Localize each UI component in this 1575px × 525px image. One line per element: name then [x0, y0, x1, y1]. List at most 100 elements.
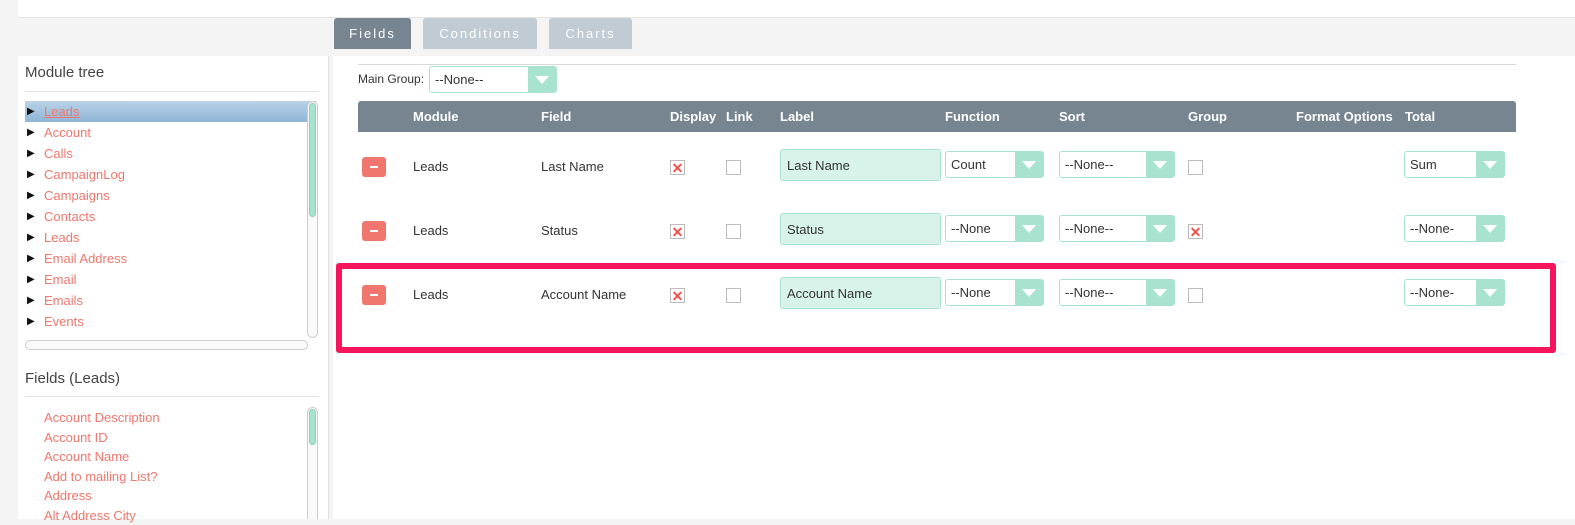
header-total: Total [1405, 101, 1435, 132]
select-value: --None-- [1065, 221, 1113, 236]
cell-field: Last Name [541, 159, 604, 174]
tree-item-email[interactable]: ▶Email [25, 269, 316, 290]
select-value: --None- [1410, 221, 1454, 236]
chevron-down-icon[interactable] [1476, 152, 1504, 177]
divider [25, 396, 319, 397]
module-tree-hscrollbar[interactable] [25, 340, 308, 350]
display-checkbox[interactable]: ✕ [670, 160, 685, 175]
tree-item-label: Emails [44, 293, 83, 308]
header-link: Link [726, 101, 753, 132]
display-checkbox[interactable]: ✕ [670, 224, 685, 239]
display-checkbox[interactable]: ✕ [670, 288, 685, 303]
expand-arrow-icon[interactable]: ▶ [25, 274, 44, 285]
cell-module: Leads [413, 223, 448, 238]
tree-item-leads[interactable]: ▶Leads [25, 101, 316, 122]
remove-row-button[interactable] [362, 221, 386, 241]
top-strip [18, 0, 1575, 18]
module-tree-scrollbar[interactable] [307, 101, 318, 338]
function-select[interactable]: --None [945, 215, 1044, 242]
tree-item-campaigns[interactable]: ▶Campaigns [25, 185, 316, 206]
tab-conditions[interactable]: Conditions [423, 18, 537, 49]
label-input[interactable] [780, 213, 941, 245]
header-group: Group [1188, 101, 1227, 132]
link-checkbox[interactable] [726, 288, 741, 303]
tree-item-account[interactable]: ▶Account [25, 122, 316, 143]
link-checkbox[interactable] [726, 160, 741, 175]
group-checkbox[interactable] [1188, 160, 1203, 175]
chevron-down-icon[interactable] [1146, 216, 1174, 241]
tree-item-calls[interactable]: ▶Calls [25, 143, 316, 164]
minus-icon [370, 294, 378, 296]
total-select[interactable]: Sum [1404, 151, 1505, 178]
remove-row-button[interactable] [362, 157, 386, 177]
tree-item-contacts[interactable]: ▶Contacts [25, 206, 316, 227]
total-select[interactable]: --None- [1404, 279, 1505, 306]
divider [25, 91, 319, 92]
main-group-select[interactable]: --None-- [429, 66, 557, 93]
field-item[interactable]: Alt Address City [25, 506, 316, 525]
sort-select[interactable]: --None-- [1059, 215, 1175, 242]
tree-item-emails[interactable]: ▶Emails [25, 290, 316, 311]
chevron-down-icon[interactable] [1476, 216, 1504, 241]
tab-fields[interactable]: Fields [334, 18, 411, 49]
tree-item-campaignlog[interactable]: ▶CampaignLog [25, 164, 316, 185]
tree-item-leads-2[interactable]: ▶Leads [25, 227, 316, 248]
field-item[interactable]: Add to mailing List? [25, 467, 316, 487]
minus-icon [370, 230, 378, 232]
field-item[interactable]: Account Description [25, 408, 316, 428]
header-label: Label [780, 101, 814, 132]
tree-item-label: Events [44, 314, 84, 329]
expand-arrow-icon[interactable]: ▶ [25, 295, 44, 306]
expand-arrow-icon[interactable]: ▶ [25, 190, 44, 201]
field-item[interactable]: Address [25, 486, 316, 506]
sort-select[interactable]: --None-- [1059, 151, 1175, 178]
chevron-down-icon[interactable] [528, 67, 556, 92]
checked-x-icon: ✕ [1190, 225, 1202, 239]
expand-arrow-icon[interactable]: ▶ [25, 211, 44, 222]
header-field: Field [541, 101, 571, 132]
group-checkbox[interactable]: ✕ [1188, 224, 1203, 239]
table-header: Module Field Display Link Label Function… [358, 101, 1516, 132]
chevron-down-icon[interactable] [1476, 280, 1504, 305]
scrollbar-thumb[interactable] [309, 103, 316, 217]
expand-arrow-icon[interactable]: ▶ [25, 148, 44, 159]
report-tabs: Fields Conditions Charts [334, 18, 632, 49]
field-item[interactable]: Account ID [25, 428, 316, 448]
label-input[interactable] [780, 149, 941, 181]
tree-item-label: Email [44, 272, 77, 287]
fields-panel-title: Fields (Leads) [25, 370, 120, 387]
tree-item-events[interactable]: ▶Events [25, 311, 316, 332]
main-panel: Main Group: --None-- Module Field Displa… [333, 56, 1575, 519]
select-value: Count [951, 157, 986, 172]
chevron-down-icon[interactable] [1015, 216, 1043, 241]
remove-row-button[interactable] [362, 285, 386, 305]
chevron-down-icon[interactable] [1146, 280, 1174, 305]
fields-scrollbar[interactable] [307, 407, 318, 519]
total-select[interactable]: --None- [1404, 215, 1505, 242]
expand-arrow-icon[interactable]: ▶ [25, 253, 44, 264]
select-value: --None-- [435, 72, 483, 87]
tab-charts[interactable]: Charts [549, 18, 632, 49]
chevron-down-icon[interactable] [1015, 152, 1043, 177]
link-checkbox[interactable] [726, 224, 741, 239]
expand-arrow-icon[interactable]: ▶ [25, 232, 44, 243]
expand-arrow-icon[interactable]: ▶ [25, 106, 44, 117]
checked-x-icon: ✕ [672, 289, 684, 303]
tree-item-email-address[interactable]: ▶Email Address [25, 248, 316, 269]
function-select[interactable]: Count [945, 151, 1044, 178]
expand-arrow-icon[interactable]: ▶ [25, 127, 44, 138]
sort-select[interactable]: --None-- [1059, 279, 1175, 306]
fields-list: Account Description Account ID Account N… [25, 408, 316, 525]
group-checkbox[interactable] [1188, 288, 1203, 303]
expand-arrow-icon[interactable]: ▶ [25, 169, 44, 180]
tree-item-label: Leads [44, 230, 79, 245]
chevron-down-icon[interactable] [1146, 152, 1174, 177]
main-group-label: Main Group: [358, 72, 424, 86]
function-select[interactable]: --None [945, 279, 1044, 306]
field-item[interactable]: Account Name [25, 447, 316, 467]
label-input[interactable] [780, 277, 941, 309]
chevron-down-icon[interactable] [1015, 280, 1043, 305]
select-value: --None [951, 221, 991, 236]
expand-arrow-icon[interactable]: ▶ [25, 316, 44, 327]
scrollbar-thumb[interactable] [309, 409, 316, 445]
